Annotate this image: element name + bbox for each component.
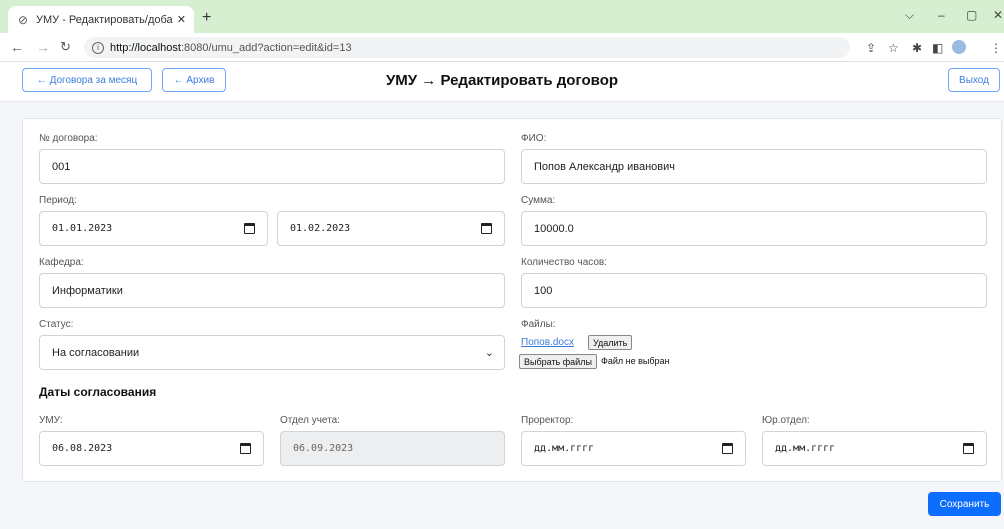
accounting-date-value: 06.09.2023 xyxy=(293,443,354,454)
sum-input[interactable]: 10000.0 xyxy=(521,211,987,246)
menu-icon[interactable]: ⋮ xyxy=(990,41,1002,55)
period-from-value: 01.01.2023 xyxy=(52,223,113,234)
status-value: На согласовании xyxy=(52,346,140,359)
period-label: Период: xyxy=(39,195,77,206)
file-link[interactable]: Попов.docx xyxy=(521,337,574,348)
period-to-value: 01.02.2023 xyxy=(290,223,351,234)
url-path: :8080/umu_add?action=edit&id=13 xyxy=(180,41,352,54)
accounting-date-input: 06.09.2023 xyxy=(280,431,505,466)
back-arrow-icon[interactable]: ← xyxy=(10,39,24,55)
calendar-icon[interactable] xyxy=(963,443,974,454)
accounting-date-label: Отдел учета: xyxy=(280,415,340,426)
hours-input[interactable]: 100 xyxy=(521,273,987,308)
department-label: Кафедра: xyxy=(39,257,84,268)
sidebar-icon[interactable]: ◧ xyxy=(932,41,943,55)
files-label: Файлы: xyxy=(521,319,556,330)
browser-tab-bar: ⊘ УМУ - Редактировать/добавить ✕ + ⌵ – ▢… xyxy=(0,0,1004,33)
url-field[interactable]: i http://localhost:8080/umu_add?action=e… xyxy=(84,37,850,58)
contract-form-card: № договора: 001 ФИО: Попов Александр ива… xyxy=(22,118,1002,482)
fio-label: ФИО: xyxy=(521,133,547,144)
legal-date-input[interactable]: дд.мм.гггг xyxy=(762,431,987,466)
contract-no-input[interactable]: 001 xyxy=(39,149,505,184)
department-input[interactable]: Информатики xyxy=(39,273,505,308)
tab-title: УМУ - Редактировать/добавить xyxy=(36,13,173,26)
close-tab-icon[interactable]: ✕ xyxy=(177,13,186,26)
status-select[interactable]: На согласовании ⌄ xyxy=(39,335,505,370)
browser-tab[interactable]: ⊘ УМУ - Редактировать/добавить ✕ xyxy=(8,6,194,33)
contract-no-label: № договора: xyxy=(39,133,98,144)
new-tab-button[interactable]: + xyxy=(202,9,211,27)
umu-date-label: УМУ: xyxy=(39,415,63,426)
sum-label: Сумма: xyxy=(521,195,556,206)
tab-search-icon[interactable]: ⌵ xyxy=(905,8,914,23)
prorector-date-label: Проректор: xyxy=(521,415,574,426)
choose-files-button[interactable]: Выбрать файлы xyxy=(519,354,597,369)
extensions-icon[interactable]: ✱ xyxy=(912,41,922,55)
status-label: Статус: xyxy=(39,319,74,330)
app-header: ← Договора за месяц ← Архив УМУ → Редакт… xyxy=(0,62,1004,102)
umu-date-value: 06.08.2023 xyxy=(52,443,113,454)
calendar-icon[interactable] xyxy=(244,223,255,234)
legal-date-value: дд.мм.гггг xyxy=(775,443,836,454)
minimize-icon[interactable]: – xyxy=(938,8,945,22)
close-window-icon[interactable]: ✕ xyxy=(993,8,1003,22)
legal-date-label: Юр.отдел: xyxy=(762,415,810,426)
forward-arrow-icon[interactable]: → xyxy=(36,39,50,55)
hours-label: Количество часов: xyxy=(521,257,608,268)
delete-file-button[interactable]: Удалить xyxy=(588,335,633,350)
globe-icon: ⊘ xyxy=(17,12,29,27)
info-icon[interactable]: i xyxy=(92,41,104,54)
calendar-icon[interactable] xyxy=(481,223,492,234)
bookmark-star-icon[interactable]: ☆ xyxy=(888,41,899,55)
reload-icon[interactable]: ↻ xyxy=(60,39,71,55)
prorector-date-value: дд.мм.гггг xyxy=(534,443,595,454)
umu-date-input[interactable]: 06.08.2023 xyxy=(39,431,264,466)
chevron-down-icon: ⌄ xyxy=(484,347,494,359)
calendar-icon[interactable] xyxy=(240,443,251,454)
calendar-icon[interactable] xyxy=(722,443,733,454)
url-host: http://localhost xyxy=(110,41,181,54)
no-file-text: Файл не выбран xyxy=(601,356,670,366)
save-button[interactable]: Сохранить xyxy=(928,492,1001,516)
prorector-date-input[interactable]: дд.мм.гггг xyxy=(521,431,746,466)
maximize-icon[interactable]: ▢ xyxy=(966,8,977,22)
fio-input[interactable]: Попов Александр иванович xyxy=(521,149,987,184)
page-title: УМУ → Редактировать договор xyxy=(385,72,619,89)
period-to-date[interactable]: 01.02.2023 xyxy=(277,211,505,246)
period-from-date[interactable]: 01.01.2023 xyxy=(39,211,268,246)
approval-dates-heading: Даты согласования xyxy=(39,385,157,399)
browser-address-bar: ← → ↻ i http://localhost:8080/umu_add?ac… xyxy=(0,33,1004,62)
exit-button[interactable]: Выход xyxy=(948,68,1000,92)
share-icon[interactable]: ⇪ xyxy=(866,41,876,55)
profile-avatar[interactable] xyxy=(952,40,966,54)
